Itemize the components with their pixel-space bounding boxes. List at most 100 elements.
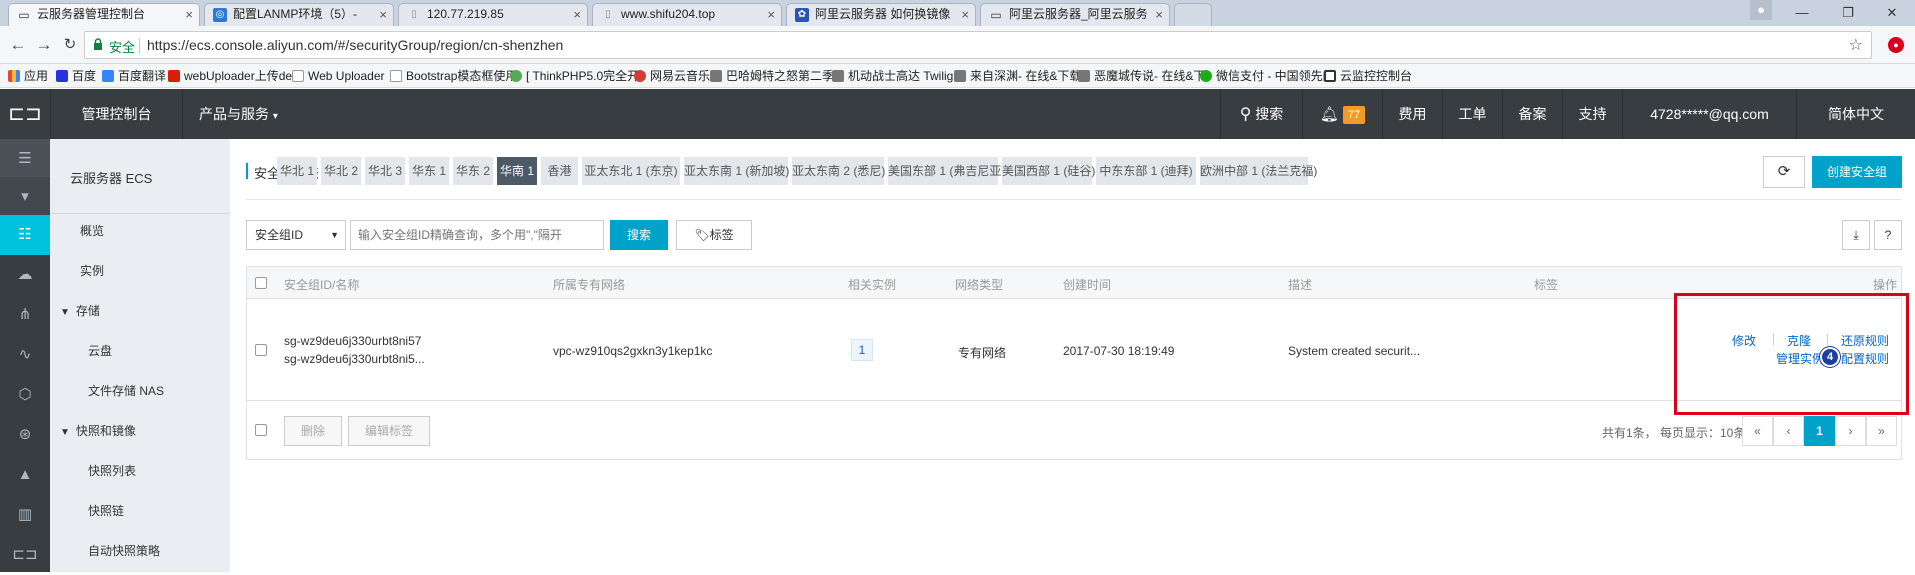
sidebar-item-nas[interactable]: 文件存储 NAS	[88, 382, 164, 399]
fees-link[interactable]: 费用	[1382, 89, 1442, 139]
user-profile-icon[interactable]: ●	[1750, 0, 1772, 20]
browser-tab[interactable]: ▯ 120.77.219.85 ×	[398, 3, 588, 26]
extension-icon[interactable]: ●	[1888, 37, 1904, 53]
reload-icon[interactable]: ↻	[58, 33, 82, 57]
minimize-icon[interactable]: —	[1780, 2, 1824, 24]
region-tab[interactable]: 中东东部 1 (迪拜)	[1096, 157, 1196, 185]
next-page-button[interactable]: ›	[1835, 416, 1866, 446]
region-tab[interactable]: 香港	[541, 157, 578, 185]
bookmark-item[interactable]: 巴哈姆特之怒第二季-	[710, 68, 838, 84]
server-icon[interactable]: ☷	[0, 215, 50, 255]
close-icon[interactable]: ×	[767, 4, 775, 25]
bookmark-item[interactable]: webUploader上传de	[168, 68, 292, 84]
region-tab[interactable]: 华北 2	[321, 157, 361, 185]
edit-tags-button[interactable]: 编辑标签	[348, 416, 430, 446]
region-tab[interactable]: 华东 2	[453, 157, 493, 185]
menu-icon[interactable]: ☰	[0, 139, 50, 177]
bookmark-item[interactable]: [ ThinkPHP5.0完全开	[510, 68, 639, 84]
sidebar-item-disks[interactable]: 云盘	[88, 342, 112, 359]
refresh-button[interactable]: ⟳	[1763, 156, 1805, 188]
sidebar-item-overview[interactable]: 概览	[80, 222, 104, 239]
sidebar-group-snapshots[interactable]: ▼ 快照和镜像	[60, 422, 136, 439]
region-tab[interactable]: 华北 1	[277, 157, 317, 185]
new-tab-button[interactable]	[1174, 3, 1212, 26]
close-window-icon[interactable]: ✕	[1870, 2, 1914, 24]
export-button[interactable]: ⤓	[1842, 220, 1870, 250]
products-menu[interactable]: 产品与服务 ▾	[182, 89, 294, 139]
close-icon[interactable]: ×	[573, 4, 581, 25]
browser-tab[interactable]: ✿ 阿里云服务器 如何换镜像 ×	[786, 3, 976, 26]
create-security-group-button[interactable]: 创建安全组	[1812, 156, 1902, 188]
region-tab[interactable]: 华北 3	[365, 157, 405, 185]
bookmark-item[interactable]: 微信支付 - 中国领先的	[1200, 68, 1335, 84]
close-icon[interactable]: ×	[185, 4, 193, 25]
cloud-icon[interactable]: ☁	[0, 255, 50, 295]
aliyun-logo-icon[interactable]: ⊏⊐	[0, 89, 50, 139]
storage-icon[interactable]: ⊛	[0, 415, 50, 455]
tickets-link[interactable]: 工单	[1442, 89, 1502, 139]
close-icon[interactable]: ×	[961, 4, 969, 25]
console-home-link[interactable]: 管理控制台	[50, 89, 182, 139]
support-link[interactable]: 支持	[1562, 89, 1622, 139]
first-page-button[interactable]: «	[1742, 416, 1773, 446]
browser-tab[interactable]: ▭ 阿里云服务器_阿里云服务 ×	[980, 3, 1170, 26]
region-tab[interactable]: 华东 1	[409, 157, 449, 185]
bookmark-item[interactable]: 机动战士高达 Twiligh	[832, 68, 960, 84]
security-group-id[interactable]: sg-wz9deu6j330urbt8ni57	[284, 334, 421, 348]
region-tab[interactable]: 亚太东南 1 (新加坡)	[684, 157, 789, 185]
wave-icon[interactable]: ∿	[0, 335, 50, 375]
region-tab[interactable]: 亚太东北 1 (东京)	[582, 157, 680, 185]
prev-page-button[interactable]: ‹	[1773, 416, 1804, 446]
bookmark-item[interactable]: Web Uploader	[292, 68, 385, 84]
page-1-button[interactable]: 1	[1804, 416, 1835, 446]
sidebar-item-snapshot-chain[interactable]: 快照链	[88, 502, 124, 519]
cube-icon[interactable]: ⬡	[0, 375, 50, 415]
delete-button[interactable]: 删除	[284, 416, 342, 446]
last-page-button[interactable]: »	[1866, 416, 1897, 446]
browser-tab[interactable]: ▯ www.shifu204.top ×	[592, 3, 782, 26]
browser-tab[interactable]: ◎ 配置LANMP环境（5）- ×	[204, 3, 394, 26]
search-button[interactable]: 搜索	[610, 220, 668, 250]
collapse-icon[interactable]: ▾	[0, 177, 50, 215]
sidebar-item-auto-snapshot[interactable]: 自动快照策略	[88, 542, 160, 559]
console-icon[interactable]: ⊏⊐	[0, 535, 50, 575]
search-input[interactable]	[350, 220, 604, 250]
bookmark-item[interactable]: 云监控控制台	[1324, 68, 1412, 84]
select-all-checkbox[interactable]	[255, 277, 267, 289]
filter-select[interactable]: 安全组ID ▼	[246, 220, 346, 250]
bookmark-item[interactable]: 恶魔城传说- 在线&下	[1078, 68, 1205, 84]
triangle-icon[interactable]: ▲	[0, 455, 50, 495]
url-bar[interactable]: 安全 https://ecs.console.aliyun.com/#/secu…	[84, 31, 1872, 59]
network-icon[interactable]: ⋔	[0, 295, 50, 335]
language-menu[interactable]: 简体中文	[1796, 89, 1915, 139]
back-icon[interactable]: ←	[6, 33, 30, 57]
tag-button[interactable]: 🏷︎标签	[676, 220, 752, 250]
instance-count[interactable]: 1	[851, 339, 873, 361]
star-icon[interactable]: ☆	[1849, 35, 1863, 55]
footer-checkbox[interactable]	[255, 424, 267, 436]
sidebar-item-snapshot-list[interactable]: 快照列表	[88, 462, 136, 479]
bookmark-item[interactable]: 百度翻译	[102, 68, 166, 84]
sidebar-item-instances[interactable]: 实例	[80, 262, 104, 279]
bookmark-item[interactable]: 来自深渊- 在线&下载	[954, 68, 1081, 84]
notifications[interactable]: 🔔︎ 77	[1302, 89, 1382, 139]
top-search[interactable]: ⚲ 搜索	[1220, 89, 1302, 139]
database-icon[interactable]: ▥	[0, 495, 50, 535]
region-tab[interactable]: 美国西部 1 (硅谷)	[1002, 157, 1095, 185]
bookmark-item[interactable]: 百度	[56, 68, 96, 84]
region-tab[interactable]: 亚太东南 2 (悉尼)	[792, 157, 885, 185]
bookmark-item[interactable]: Bootstrap模态框使用	[390, 68, 517, 84]
sidebar-group-storage[interactable]: ▼ 存储	[60, 302, 100, 319]
beian-link[interactable]: 备案	[1502, 89, 1562, 139]
forward-icon[interactable]: →	[32, 33, 56, 57]
bookmark-item[interactable]: 网易云音乐	[634, 68, 710, 84]
close-icon[interactable]: ×	[379, 4, 387, 25]
help-button[interactable]: ?	[1874, 220, 1902, 250]
region-tab[interactable]: 美国东部 1 (弗吉尼亚)	[888, 157, 1005, 185]
region-tab[interactable]: 华南 1	[497, 157, 537, 185]
row-checkbox[interactable]	[255, 344, 267, 356]
vpc-id[interactable]: vpc-wz910qs2gxkn3y1kep1kc	[553, 344, 712, 358]
region-tab[interactable]: 欧洲中部 1 (法兰克福)	[1200, 157, 1317, 185]
browser-tab[interactable]: ▭ 云服务器管理控制台 ×	[8, 3, 200, 26]
bookmark-apps[interactable]: 应用	[8, 68, 48, 84]
